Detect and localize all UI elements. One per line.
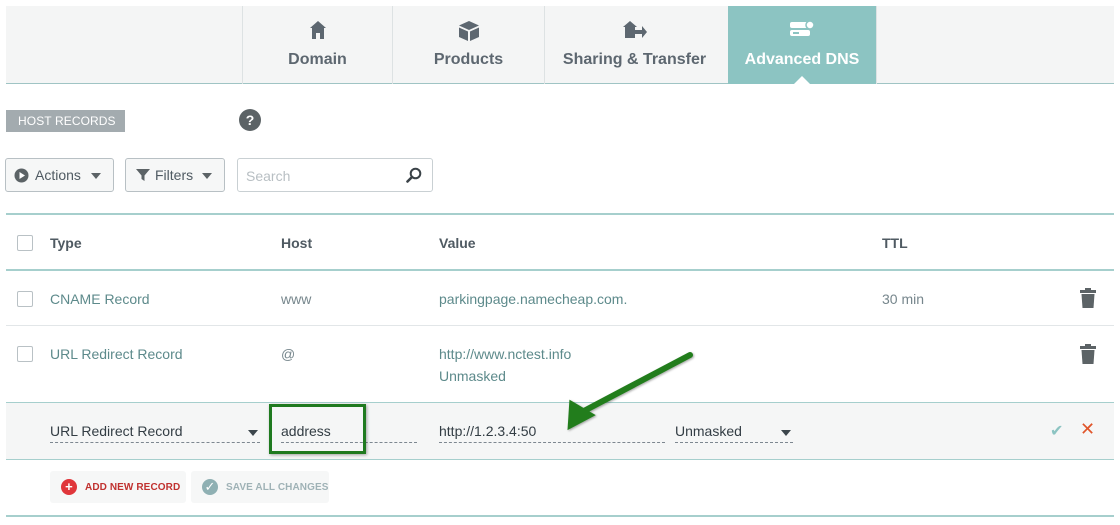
annotation-arrow xyxy=(567,352,693,431)
record-type-value: URL Redirect Record xyxy=(50,423,183,439)
home-icon xyxy=(243,20,392,42)
record-redirect-mode: Unmasked xyxy=(439,368,506,384)
record-ttl: 30 min xyxy=(882,291,925,307)
add-new-record-label: ADD NEW RECORD xyxy=(85,481,181,493)
tab-bar: Domain Products Sharing & Transfer Advan… xyxy=(6,6,1114,85)
tab-advanced-dns[interactable]: Advanced DNS xyxy=(728,6,876,85)
box-icon xyxy=(393,20,544,42)
record-host: @ xyxy=(281,346,296,362)
filters-label: Filters xyxy=(155,167,194,183)
funnel-icon xyxy=(136,168,150,182)
search-icon[interactable] xyxy=(406,167,422,188)
value-input-value: http://1.2.3.4:50 xyxy=(439,423,537,439)
server-icon xyxy=(728,20,876,42)
add-new-record-button[interactable]: + ADD NEW RECORD xyxy=(50,471,186,503)
help-icon[interactable]: ? xyxy=(239,109,261,131)
column-header-host: Host xyxy=(281,235,313,251)
search-box xyxy=(237,158,433,192)
edit-row-bottom-border xyxy=(6,459,1114,460)
column-header-type: Type xyxy=(50,235,82,251)
save-all-changes-button[interactable]: ✓ SAVE ALL CHANGES xyxy=(191,471,329,503)
tab-products[interactable]: Products xyxy=(392,6,544,84)
host-records-label: HOST RECORDS xyxy=(6,110,125,132)
tab-divider xyxy=(876,6,877,84)
row-checkbox[interactable] xyxy=(17,291,33,307)
record-value: parkingpage.namecheap.com. xyxy=(439,291,628,307)
caret-down-icon xyxy=(781,430,791,436)
select-all-checkbox[interactable] xyxy=(17,235,33,251)
check-circle-icon: ✓ xyxy=(202,479,218,495)
record-type: URL Redirect Record xyxy=(50,346,183,362)
actions-label: Actions xyxy=(35,167,81,183)
record-type-select[interactable]: URL Redirect Record xyxy=(50,423,260,443)
caret-down-icon xyxy=(248,430,258,436)
record-host: www xyxy=(281,291,312,307)
checkmark-icon[interactable]: ✔ xyxy=(1050,421,1063,441)
tab-sharing-transfer[interactable]: Sharing & Transfer xyxy=(544,6,724,84)
tab-sharing-transfer-label: Sharing & Transfer xyxy=(562,51,707,68)
table-top-border xyxy=(6,213,1114,215)
header-bottom-border xyxy=(6,269,1114,271)
search-input[interactable] xyxy=(246,167,396,185)
tab-domain-label: Domain xyxy=(288,51,347,68)
row-divider xyxy=(6,325,1114,326)
home-transfer-icon xyxy=(545,20,724,42)
tab-advanced-dns-label: Advanced DNS xyxy=(744,51,860,68)
highlight-box xyxy=(269,404,366,454)
actions-dropdown[interactable]: Actions xyxy=(5,158,114,192)
tab-domain[interactable]: Domain xyxy=(242,6,392,84)
save-all-changes-label: SAVE ALL CHANGES xyxy=(226,481,329,493)
table-bottom-border xyxy=(6,515,1114,517)
trash-icon[interactable] xyxy=(1080,288,1096,313)
row-checkbox[interactable] xyxy=(17,346,33,362)
caret-down-icon xyxy=(91,173,101,179)
play-circle-icon xyxy=(14,168,29,183)
column-header-ttl: TTL xyxy=(882,235,908,251)
trash-icon[interactable] xyxy=(1080,344,1096,369)
filters-dropdown[interactable]: Filters xyxy=(125,158,225,192)
plus-circle-icon: + xyxy=(61,479,77,495)
caret-down-icon xyxy=(202,173,212,179)
close-icon[interactable]: ✕ xyxy=(1080,419,1095,440)
column-header-value: Value xyxy=(439,235,476,251)
record-type: CNAME Record xyxy=(50,291,150,307)
tab-products-label: Products xyxy=(433,51,504,68)
